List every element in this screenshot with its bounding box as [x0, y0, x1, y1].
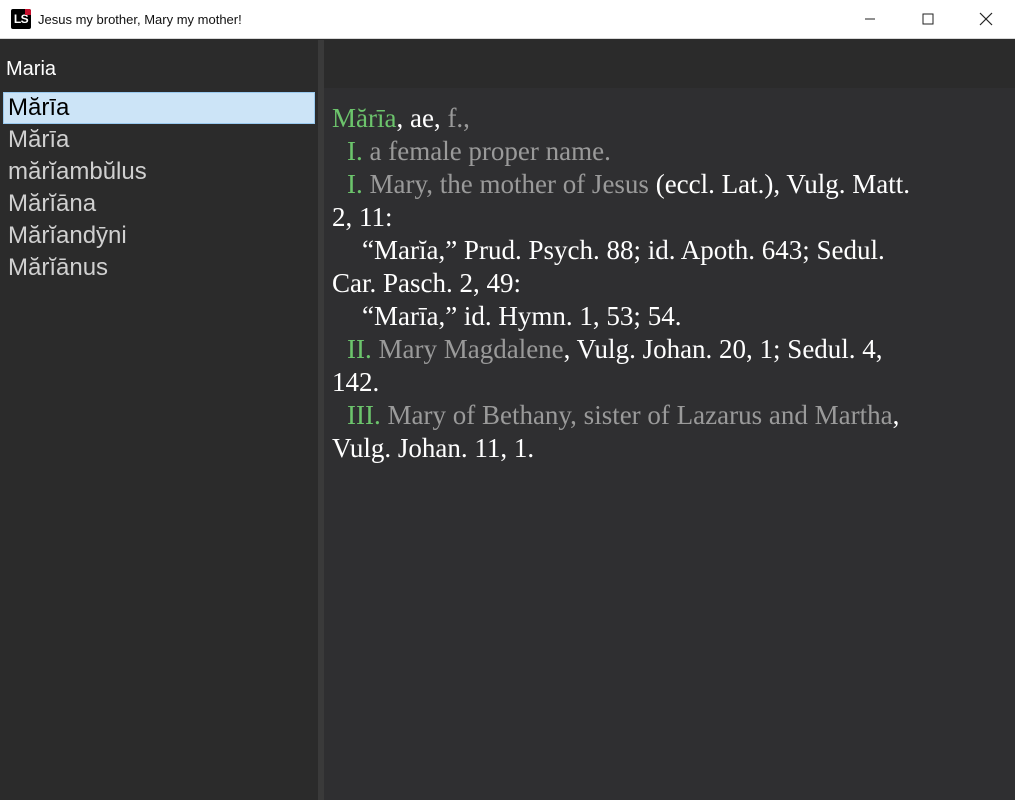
sense-line: II. Mary Magdalene, Vulg. Johan. 20, 1; … [332, 333, 1002, 366]
sense-reference: (eccl. Lat.), Vulg. Matt. [648, 169, 911, 199]
sense-numeral: II. [347, 334, 372, 364]
sense-numeral: III. [347, 400, 381, 430]
sense-numeral: I. [347, 169, 363, 199]
result-item[interactable]: Mărĭāna [3, 188, 315, 220]
entry-headline: Mărīa, ae, f., [332, 102, 1002, 135]
app-logo-text: LS [13, 12, 29, 26]
sense-numeral: I. [347, 136, 363, 166]
window-title: Jesus my brother, Mary my mother! [38, 11, 242, 27]
quote-line: Car. Pasch. 2, 49: [332, 268, 521, 298]
sense-line: 142. [332, 367, 380, 397]
quote-line: “Marīa,” id. Hymn. 1, 53; 54. [362, 301, 682, 331]
quote-line: “Marĭa,” Prud. Psych. 88; id. Apoth. 643… [362, 235, 885, 265]
minimize-icon [865, 18, 875, 20]
sense-line: 2, 11: [332, 202, 393, 232]
result-item[interactable]: Mărīa [3, 124, 315, 156]
title-bar: LS Jesus my brother, Mary my mother! [0, 0, 1015, 39]
left-pane: Mărīa Mărīa mărĭambŭlus Mărĭāna Mărĭandȳ… [0, 40, 318, 800]
sense-reference: , Vulg. Johan. 20, 1; Sedul. 4, [563, 334, 883, 364]
result-item[interactable]: mărĭambŭlus [3, 156, 315, 188]
entry-grammar: , ae, [396, 103, 441, 133]
entry-headword: Mărīa [332, 103, 397, 133]
sense-line: Vulg. Johan. 11, 1. [332, 433, 535, 463]
maximize-button[interactable] [899, 0, 957, 39]
sense-line: I. Mary, the mother of Jesus (eccl. Lat.… [332, 168, 1002, 201]
result-item[interactable]: Mărīa [3, 92, 315, 124]
result-item[interactable]: Mărĭandȳni [3, 220, 315, 252]
sense-reference: , [892, 400, 900, 430]
results-list: Mărīa Mărīa mărĭambŭlus Mărĭāna Mărĭandȳ… [3, 92, 315, 284]
sense-text: Mary, the mother of Jesus [362, 169, 649, 199]
result-item[interactable]: Mărĭānus [3, 252, 315, 284]
sense-text: a female proper name. [362, 136, 611, 166]
maximize-icon [922, 13, 934, 25]
close-button[interactable] [957, 0, 1015, 39]
minimize-button[interactable] [841, 0, 899, 39]
definition-pane: Mărīa, ae, f., I. a female proper name. … [324, 40, 1015, 800]
sense-line: III. Mary of Bethany, sister of Lazarus … [332, 399, 1002, 432]
close-icon [979, 12, 993, 26]
entry-gender: f., [440, 103, 470, 133]
definition-header [324, 40, 1015, 88]
search-input[interactable] [0, 40, 318, 88]
sense-text: Mary Magdalene [371, 334, 564, 364]
sense-text: Mary of Bethany, sister of Lazarus and M… [380, 400, 893, 430]
sense-line: I. a female proper name. [332, 135, 1002, 168]
app-logo-icon: LS [11, 9, 31, 29]
dictionary-entry: Mărīa, ae, f., I. a female proper name. … [332, 102, 1002, 465]
